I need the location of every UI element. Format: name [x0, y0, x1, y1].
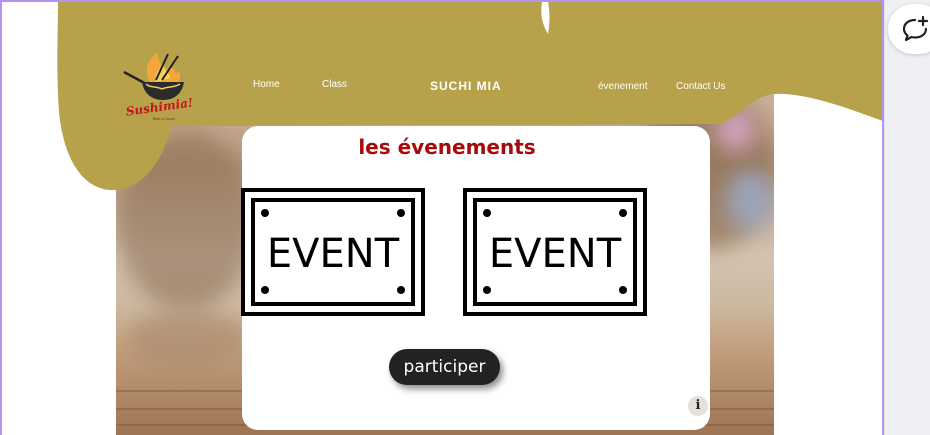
logo-tagline: Best in Sushi — [153, 117, 176, 121]
nav-contact[interactable]: Contact Us — [676, 81, 725, 93]
events-section-title: les évenements — [358, 135, 536, 159]
participate-button[interactable]: participer — [389, 349, 500, 385]
nav-evenement[interactable]: évenement — [598, 81, 647, 93]
nav-home[interactable]: Home — [253, 79, 280, 91]
editor-side-panel — [884, 0, 930, 435]
event-ticket-2[interactable]: EVENT — [463, 188, 647, 316]
comment-add-icon — [902, 16, 929, 42]
info-icon[interactable]: i — [688, 396, 708, 416]
nav-class[interactable]: Class — [322, 79, 347, 91]
brand-title[interactable]: SUCHI MIA — [430, 79, 502, 93]
event-label-1: EVENT — [267, 231, 400, 277]
event-ticket-1[interactable]: EVENT — [241, 188, 425, 316]
event-label-2: EVENT — [489, 231, 622, 277]
sushimia-logo: Sushimia! Best in Sushi — [123, 52, 194, 121]
add-comment-button[interactable] — [888, 4, 930, 54]
website-frame: Sushimia! Best in Sushi Home Class SUCHI… — [0, 0, 884, 435]
